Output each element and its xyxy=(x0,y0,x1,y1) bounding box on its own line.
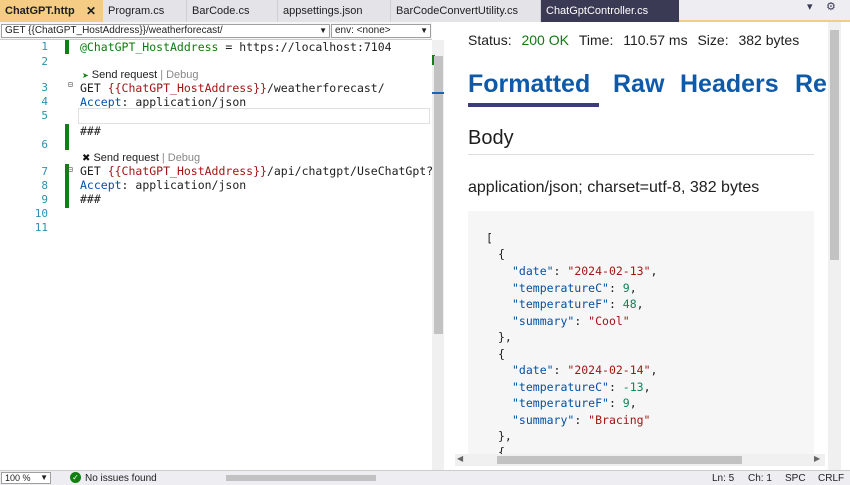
status-value: 200 OK xyxy=(521,32,569,48)
cancel-icon: ✖ xyxy=(82,153,91,164)
request-navigation-bar: GET {{ChatGPT_HostAddress}}/weatherforec… xyxy=(0,22,432,40)
tab-label: BarCodeConvertUtility.cs xyxy=(396,5,519,17)
tab-label: BarCode.cs xyxy=(192,5,250,17)
line-number: 11 xyxy=(34,221,48,234)
json-body-viewer: [ { "date": "2024-02-13", "temperatureC"… xyxy=(468,211,814,456)
environment-select-value: env: <none> xyxy=(335,25,391,36)
json-line: }, xyxy=(498,330,512,344)
json-line: "temperatureF": 48, xyxy=(512,297,644,311)
json-line: [ xyxy=(486,231,493,245)
hscroll-left-arrow[interactable] xyxy=(170,474,178,482)
tab-list-dropdown-icon[interactable]: ▾ xyxy=(807,0,813,13)
close-icon[interactable]: ✕ xyxy=(86,0,96,22)
collapse-icon[interactable]: ⊟ xyxy=(68,80,73,89)
settings-gear-icon[interactable]: ⚙ xyxy=(826,0,836,13)
tab-raw[interactable]: Raw xyxy=(613,70,664,99)
tab-label: ChatGPT.http xyxy=(5,5,75,17)
line-number: 4 xyxy=(41,95,48,108)
code-lens-request-2: ✖ Send request | Debug xyxy=(82,152,201,164)
scroll-right-arrow-icon[interactable]: ▶ xyxy=(814,454,820,463)
divider xyxy=(468,154,814,155)
line-indicator: Ln: 5 xyxy=(712,473,735,484)
tab-label: appsettings.json xyxy=(283,5,363,17)
response-status-line: Status: 200 OK Time: 110.57 ms Size: 382… xyxy=(468,32,800,48)
json-line: "date": "2024-02-14", xyxy=(512,363,658,377)
line-number: 10 xyxy=(34,207,48,220)
tab-appsettings-json[interactable]: appsettings.json xyxy=(278,0,391,22)
code-line-6: ### xyxy=(80,124,101,138)
code-line-9: Accept: application/json xyxy=(80,178,247,192)
check-circle-icon: ✓ xyxy=(70,472,81,483)
scroll-left-arrow-icon[interactable]: ◀ xyxy=(457,454,463,463)
debug-link[interactable]: Debug xyxy=(166,69,198,81)
http-file-editor[interactable]: 1 2 3 4 5 6 7 8 9 10 11 ⊟ ⊟ @ChatGPT_Hos… xyxy=(0,40,461,470)
time-value: 110.57 ms xyxy=(623,32,688,48)
json-line: { xyxy=(498,247,505,261)
tab-formatted[interactable]: Formatted xyxy=(468,70,590,99)
size-value: 382 bytes xyxy=(738,32,800,48)
json-line: "summary": "Bracing" xyxy=(512,413,651,427)
json-line: "date": "2024-02-13", xyxy=(512,264,658,278)
body-heading: Body xyxy=(468,127,514,149)
document-tab-strip: ChatGPT.http ✕ Program.cs BarCode.cs app… xyxy=(0,0,850,22)
line-number: 2 xyxy=(41,55,48,68)
code-line-8: GET {{ChatGPT_HostAddress}}/api/chatgpt/… xyxy=(80,164,461,178)
response-vertical-scroll-thumb[interactable] xyxy=(830,30,839,260)
line-number: 5 xyxy=(41,109,48,122)
json-line: "temperatureC": 9, xyxy=(512,281,637,295)
tab-chatgpt-http[interactable]: ChatGPT.http ✕ xyxy=(0,0,103,22)
line-number: 9 xyxy=(41,193,48,206)
response-horizontal-scroll-thumb[interactable] xyxy=(497,456,742,464)
column-indicator: Ch: 1 xyxy=(748,473,772,484)
issues-status[interactable]: No issues found xyxy=(85,473,157,484)
collapse-icon[interactable]: ⊟ xyxy=(68,165,73,174)
line-number: 3 xyxy=(41,81,48,94)
environment-select[interactable]: env: <none> ▼ xyxy=(331,24,431,38)
change-marker xyxy=(65,40,69,54)
send-arrow-icon: ➤ xyxy=(82,71,89,80)
whitespace-indicator[interactable]: SPC xyxy=(785,473,806,484)
json-line: { xyxy=(498,347,505,361)
line-number: 1 xyxy=(41,40,48,53)
debug-link[interactable]: Debug xyxy=(168,152,200,164)
caret-position-mark xyxy=(432,92,444,94)
line-number: 6 xyxy=(41,138,48,151)
line-number: 8 xyxy=(41,179,48,192)
code-line-3: GET {{ChatGPT_HostAddress}}/weatherforec… xyxy=(80,81,385,95)
json-line: }, xyxy=(498,429,512,443)
code-line-4: Accept: application/json xyxy=(80,95,247,109)
current-line-highlight xyxy=(78,108,430,124)
json-line: "summary": "Cool" xyxy=(512,314,630,328)
chevron-down-icon: ▼ xyxy=(420,26,428,35)
chevron-down-icon: ▼ xyxy=(40,473,48,482)
editor-horizontal-scroll-thumb[interactable] xyxy=(226,475,376,481)
tab-request[interactable]: Re xyxy=(795,70,827,99)
send-request-link[interactable]: Send request xyxy=(92,69,157,81)
line-ending-indicator[interactable]: CRLF xyxy=(818,473,844,484)
request-select-value: GET {{ChatGPT_HostAddress}}/weatherforec… xyxy=(5,25,223,36)
tab-chatgptcontroller-cs[interactable]: ChatGptController.cs xyxy=(541,0,679,22)
tab-barcode-cs[interactable]: BarCode.cs xyxy=(187,0,278,22)
send-request-link[interactable]: Send request xyxy=(93,152,158,164)
active-tab-underline xyxy=(468,103,599,107)
code-line-10: ### xyxy=(80,192,101,206)
json-line: "temperatureF": 9, xyxy=(512,396,637,410)
line-number: 7 xyxy=(41,165,48,178)
request-select[interactable]: GET {{ChatGPT_HostAddress}}/weatherforec… xyxy=(1,24,330,38)
chevron-down-icon: ▼ xyxy=(319,26,327,35)
tab-program-cs[interactable]: Program.cs xyxy=(103,0,187,22)
code-lens-request-1: ➤ Send request | Debug xyxy=(82,69,199,81)
content-type-label: application/json; charset=utf-8, 382 byt… xyxy=(468,179,760,196)
json-line: "temperatureC": -13, xyxy=(512,380,651,394)
zoom-select[interactable]: 100 % ▼ xyxy=(1,472,51,484)
tab-barcodeconvertutility-cs[interactable]: BarCodeConvertUtility.cs xyxy=(391,0,541,22)
code-line-1: @ChatGPT_HostAddress = https://localhost… xyxy=(80,40,392,54)
tab-label: Program.cs xyxy=(108,5,165,17)
tab-headers[interactable]: Headers xyxy=(680,70,779,99)
editor-scroll-thumb[interactable] xyxy=(434,56,443,334)
tab-label: ChatGptController.cs xyxy=(546,5,649,17)
change-marker xyxy=(65,124,69,150)
